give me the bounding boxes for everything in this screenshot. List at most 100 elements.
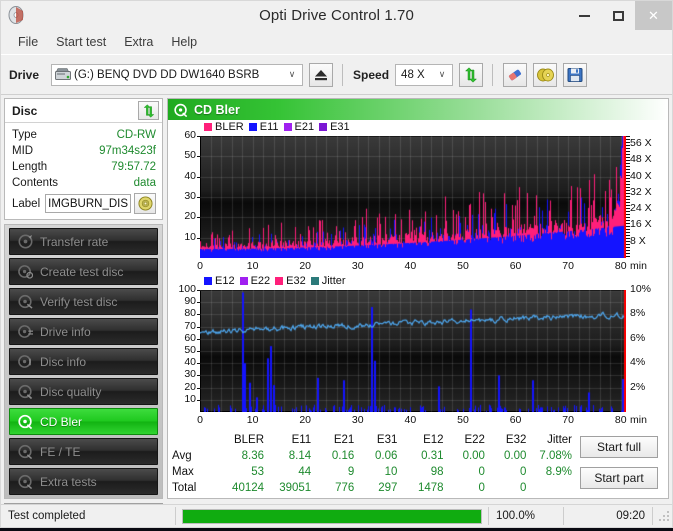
disc-label-input[interactable]: IMGBURN_DIS <box>45 194 131 213</box>
cell-avg-e21: 0.16 <box>331 450 355 462</box>
refresh-button[interactable] <box>459 62 484 87</box>
y-axis-tick-label: 40 <box>184 356 196 369</box>
sidebar-item-drive-info[interactable]: Drive info <box>9 318 158 345</box>
sidebar-item-fe-te[interactable]: FE / TE <box>9 438 158 465</box>
y2-axis-tick-label: 16 X <box>630 218 652 231</box>
menu-item-start-test[interactable]: Start test <box>47 33 115 51</box>
sidebar-item-disc-info[interactable]: Disc info <box>9 348 158 375</box>
cell-max-e12: 98 <box>430 466 444 478</box>
menu-item-help[interactable]: Help <box>162 33 206 51</box>
close-button[interactable]: ✕ <box>635 1 672 30</box>
disc-test-icon <box>18 234 33 249</box>
sidebar-item-disc-quality[interactable]: Disc quality <box>9 378 158 405</box>
y-axis-tick <box>197 314 200 316</box>
nav-list: Transfer rate Create test disc Verify te… <box>4 224 163 499</box>
main-body: Disc Type CD-RW MID 97m34s23f Length 79:… <box>1 95 672 519</box>
disc-row-key: Contents <box>12 177 59 189</box>
legend-label: Jitter <box>321 275 346 287</box>
cell-avg-e32: 0.00 <box>503 450 527 462</box>
drive-select[interactable]: (G:) BENQ DVD DD DW1640 BSRB ∨ <box>51 63 304 86</box>
col-header-e12: E12 <box>423 434 444 446</box>
legend-swatch <box>319 123 328 131</box>
sidebar-item-cd-bler[interactable]: CD Bler <box>9 408 158 435</box>
cell-total-e12: 1478 <box>417 482 444 494</box>
drive-icon <box>55 68 72 81</box>
cell-avg-e31: 0.06 <box>375 450 398 462</box>
disc-row-key: Length <box>12 161 48 173</box>
y2-axis-tick-label: 8 X <box>630 234 646 247</box>
y2-axis-tick-label: 40 X <box>630 169 652 182</box>
save-button[interactable] <box>563 62 588 87</box>
sidebar-item-extra-tests[interactable]: Extra tests <box>9 468 158 495</box>
disc-label-button[interactable] <box>134 193 156 214</box>
refresh-arrows-icon <box>464 66 478 83</box>
charts-container: BLER E11 E21 E31 10 20 30 40 50 60 8 X 16 X 24 X… <box>168 120 668 428</box>
erase-button[interactable] <box>503 62 528 87</box>
y-axis-tick-label: 70 <box>184 319 196 332</box>
sidebar-item-transfer-rate[interactable]: Transfer rate <box>9 228 158 255</box>
speed-ruler <box>626 136 630 258</box>
sidebar-item-create-test-disc[interactable]: Create test disc <box>9 258 158 285</box>
cell-max-e32: 0 <box>519 466 527 478</box>
e12-plot-area[interactable]: 10 20 30 40 50 60 70 80 90 100 2% 4% 6% 8% 10% 0 10 20 30 4… <box>168 283 668 428</box>
minimize-button[interactable] <box>567 1 601 30</box>
y-axis-tick-label: 10 <box>184 230 196 243</box>
y-axis-tick <box>197 302 200 304</box>
cell-avg-e12: 0.31 <box>421 450 444 462</box>
cd-disc-icon <box>137 196 153 211</box>
sidebar-item-label: Create test disc <box>40 264 124 279</box>
resize-grip-icon[interactable] <box>657 509 671 523</box>
col-header-bler: BLER <box>233 434 265 446</box>
start-full-button[interactable]: Start full <box>580 436 658 458</box>
close-icon: ✕ <box>648 7 659 23</box>
row-label-total: Total <box>172 482 197 494</box>
table-row: Total 40124 39051 776 297 1478 0 0 <box>172 480 572 496</box>
drive-info-icon <box>18 324 33 339</box>
cell-total-e21: 776 <box>335 482 355 494</box>
cell-avg-e11: 8.14 <box>288 450 312 462</box>
window-controls: ✕ <box>567 1 672 30</box>
x-axis-tick-label: 30 <box>351 260 364 272</box>
x-axis-tick-label: 50 <box>457 414 469 426</box>
eject-button[interactable] <box>309 62 334 87</box>
status-separator-1 <box>175 507 176 525</box>
legend-swatch <box>248 123 257 131</box>
legend-swatch <box>310 277 319 285</box>
table-header-row: BLER E11 E21 E31 E12 E22 E32 Jitter <box>172 434 572 448</box>
speed-select[interactable]: 48 X ∨ <box>395 63 454 86</box>
disc-box-header: Disc <box>5 99 162 123</box>
legend-label: E22 <box>250 275 271 287</box>
cell-total-e11: 39051 <box>279 482 312 494</box>
fe-te-icon <box>18 444 33 460</box>
disc-quality-icon <box>18 384 33 400</box>
cell-total-e22: 0 <box>478 482 485 494</box>
maximize-button[interactable] <box>601 1 635 30</box>
x-axis-tick-label: 20 <box>299 260 312 272</box>
y-axis-tick <box>197 290 200 291</box>
legend-swatch <box>239 277 248 285</box>
menu-item-extra[interactable]: Extra <box>115 33 162 51</box>
y-axis-tick <box>197 375 200 377</box>
sidebar-item-verify-test-disc[interactable]: Verify test disc <box>9 288 158 315</box>
bler-plot-area[interactable]: 10 20 30 40 50 60 8 X 16 X 24 X 32 X 40 X 48 X 56 X 0… <box>168 129 668 274</box>
row-label-avg: Avg <box>172 450 192 462</box>
menu-item-file[interactable]: File <box>9 33 47 51</box>
y-axis-tick-label: 30 <box>184 190 196 202</box>
sidebar-item-label: Verify test disc <box>40 294 118 309</box>
e12-jitter-chart: E12 E22 E32 Jitter 10 20 30 40 50 60 70 80 90 100… <box>168 274 668 428</box>
gold-disc-button[interactable] <box>533 62 558 87</box>
chevron-down-icon: ∨ <box>438 69 446 79</box>
col-header-e11: E11 <box>291 434 312 446</box>
y-axis-tick <box>197 217 200 219</box>
y-axis-tick <box>197 387 200 389</box>
y-axis-tick <box>197 197 200 198</box>
start-part-button[interactable]: Start part <box>580 467 658 489</box>
y-axis-tick <box>197 136 200 137</box>
x-axis-tick-label: 70 <box>562 260 574 272</box>
extra-tests-icon <box>18 474 33 490</box>
disc-row-length: Length 79:57.72 <box>12 159 156 175</box>
cell-total-bler: 40124 <box>232 482 265 494</box>
legend-label: E21 <box>294 121 315 133</box>
disc-row-value: 97m34s23f <box>99 145 156 157</box>
disc-refresh-button[interactable] <box>138 101 159 120</box>
